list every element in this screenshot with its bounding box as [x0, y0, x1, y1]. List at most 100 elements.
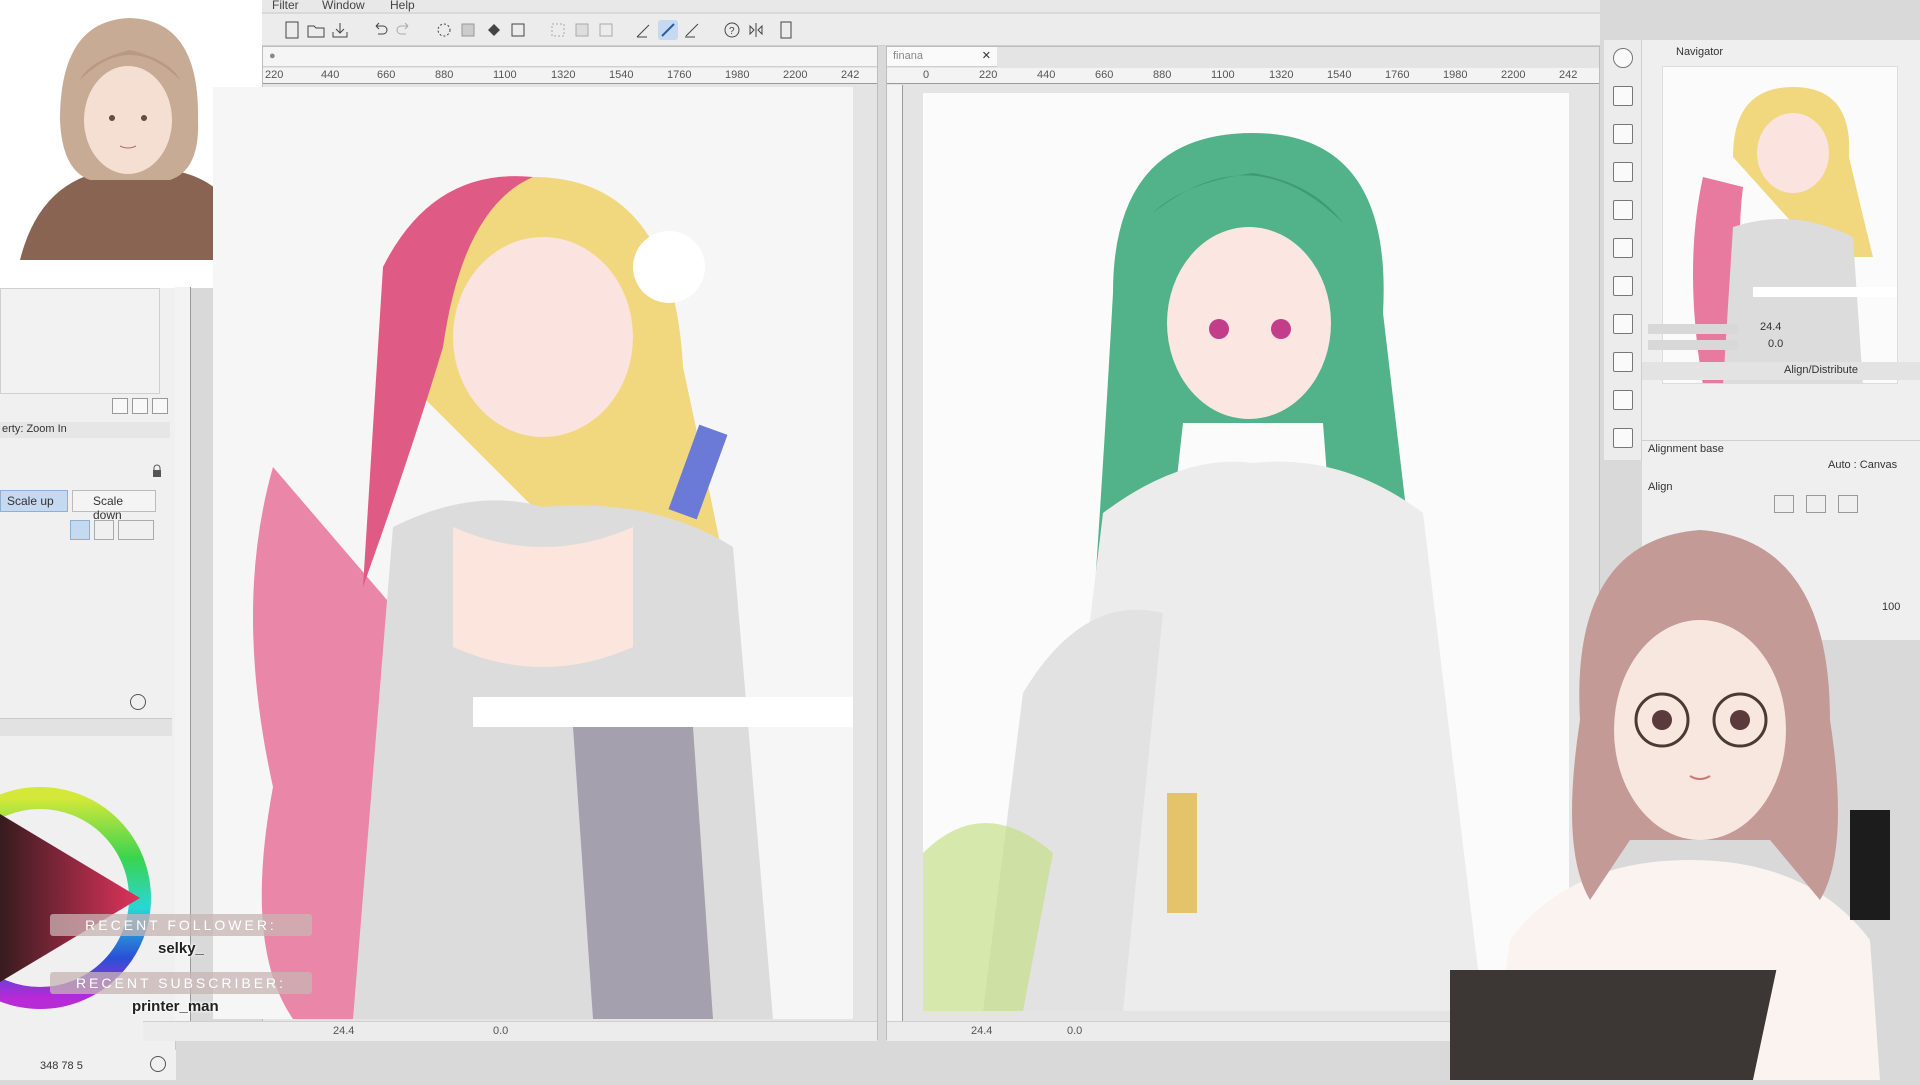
menu-filter[interactable]: Filter: [272, 0, 299, 12]
ruler-tick: 880: [435, 69, 454, 81]
navigator-zoom-value[interactable]: 24.4: [1760, 321, 1781, 333]
menu-help[interactable]: Help: [390, 0, 415, 12]
settings-icon[interactable]: [130, 694, 146, 710]
ruler-tick: 2200: [783, 69, 808, 81]
panel-tab-strip: Align/Distribute: [1642, 362, 1920, 380]
align-label: Align: [1648, 481, 1673, 493]
save-icon[interactable]: [330, 20, 350, 40]
fill-icon[interactable]: [484, 20, 504, 40]
recent-follower-name: selky_: [158, 940, 204, 957]
auto-canvas-label: Auto : Canvas: [1828, 459, 1898, 471]
panel-icon[interactable]: [1613, 276, 1633, 296]
zoom-value[interactable]: 24.4: [971, 1025, 992, 1037]
pen-snap-icon[interactable]: [682, 20, 702, 40]
navigator-thumbnail[interactable]: [1662, 66, 1898, 384]
navigator-panel: Navigator 24.4 0.0 Align/Distribute: [1642, 40, 1920, 440]
zoom-slider[interactable]: [1648, 324, 1738, 334]
zoom-value[interactable]: 24.4: [333, 1025, 354, 1037]
ruler-tick: 1980: [1443, 69, 1468, 81]
panel-icon[interactable]: [1613, 390, 1633, 410]
flip-icon[interactable]: [746, 20, 766, 40]
panel-icon[interactable]: [1613, 314, 1633, 334]
angle-value[interactable]: 0.0: [493, 1025, 508, 1037]
menu-window[interactable]: Window: [322, 0, 365, 12]
panel-tabs[interactable]: [0, 718, 172, 736]
tool-property-header: erty: Zoom In: [0, 422, 170, 438]
search-icon[interactable]: [1613, 48, 1633, 68]
recent-subscriber-name: printer_man: [132, 998, 219, 1015]
invert-selection-icon[interactable]: [572, 20, 592, 40]
loading-icon[interactable]: [434, 20, 454, 40]
new-file-icon[interactable]: [282, 20, 302, 40]
panel-icon[interactable]: [1613, 352, 1633, 372]
document-tab-left[interactable]: ●: [263, 47, 877, 67]
webcam-overlay-right: [1332, 520, 1920, 1080]
ruler-tick: 1760: [1385, 69, 1410, 81]
vertical-ruler-right: [887, 85, 903, 1021]
zoom-area-icon[interactable]: [94, 520, 114, 540]
close-tab-icon[interactable]: ✕: [982, 49, 991, 62]
document-tab-title: finana: [893, 50, 923, 62]
lock-icon[interactable]: [150, 464, 166, 480]
align-bottom-icon[interactable]: [1838, 495, 1858, 513]
device-icon[interactable]: [776, 20, 796, 40]
ruler-tick: 220: [265, 69, 284, 81]
ruler-tick: 242: [1559, 69, 1578, 81]
ruler-tick: 1980: [725, 69, 750, 81]
transform-icon[interactable]: [508, 20, 528, 40]
document-tab-finana[interactable]: finana ✕: [887, 47, 997, 67]
copy-layer-icon[interactable]: [132, 398, 148, 414]
panel-icon[interactable]: [1613, 200, 1633, 220]
align-top-icon[interactable]: [1774, 495, 1794, 513]
redo-icon[interactable]: [394, 20, 414, 40]
ruler-tick: 0: [923, 69, 930, 81]
panel-icon[interactable]: [1613, 86, 1633, 106]
recent-subscriber-banner: RECENT SUBSCRIBER:: [50, 972, 312, 994]
horizontal-ruler-right: 0 220 440 660 880 1100 1320 1540 1760 19…: [887, 68, 1599, 84]
align-middle-icon[interactable]: [1806, 495, 1826, 513]
ruler-tick: 440: [1037, 69, 1056, 81]
scale-up-button[interactable]: Scale up: [0, 490, 68, 512]
angle-value[interactable]: 0.0: [1067, 1025, 1082, 1037]
trash-icon[interactable]: [152, 398, 168, 414]
zoom-tool-icon[interactable]: [70, 520, 90, 540]
clear-icon[interactable]: [458, 20, 478, 40]
zoom-options-dropdown[interactable]: [118, 520, 154, 540]
deselect-icon[interactable]: [548, 20, 568, 40]
horizontal-ruler: 220 440 660 880 1100 1320 1540 1760 1980…: [263, 68, 877, 84]
align-distribute-tab[interactable]: Align/Distribute: [1784, 364, 1858, 376]
panel-icon[interactable]: [1613, 428, 1633, 448]
ruler-tick: 440: [321, 69, 340, 81]
ruler-tick: 1320: [1269, 69, 1294, 81]
navigator-tab[interactable]: Navigator: [1676, 46, 1723, 58]
ruler-tick: 880: [1153, 69, 1172, 81]
menu-bar: Filter Window Help: [260, 0, 1600, 12]
tool-property-panel: erty: Zoom In Scale up Scale down: [0, 288, 176, 1080]
ruler-tick: 1100: [493, 69, 517, 81]
ruler-tick: 660: [377, 69, 396, 81]
open-folder-icon[interactable]: [306, 20, 326, 40]
rotate-slider[interactable]: [1648, 340, 1738, 350]
artwork-canvas-left[interactable]: [213, 87, 853, 1019]
ruler-tick: 1540: [609, 69, 634, 81]
canvas-stats: 348 78 5: [40, 1060, 83, 1072]
ruler-tick: 2200: [1501, 69, 1526, 81]
panel-icon[interactable]: [1613, 238, 1633, 258]
panel-icon[interactable]: [1613, 162, 1633, 182]
scale-down-button[interactable]: Scale down: [72, 490, 156, 522]
help-icon[interactable]: ?: [722, 20, 742, 40]
brush-snap-icon[interactable]: [658, 20, 678, 40]
ruler-tick: 660: [1095, 69, 1114, 81]
ruler-tick: 1540: [1327, 69, 1352, 81]
navigator-angle-value[interactable]: 0.0: [1768, 338, 1783, 350]
panel-icon[interactable]: [1613, 124, 1633, 144]
globe-icon[interactable]: [150, 1056, 166, 1072]
undo-icon[interactable]: [370, 20, 390, 40]
crop-icon[interactable]: [596, 20, 616, 40]
new-layer-icon[interactable]: [112, 398, 128, 414]
recent-follower-banner: RECENT FOLLOWER:: [50, 914, 312, 936]
canvas-window-left: ● 220 440 660 880 1100 1320 1540 1760 19…: [143, 46, 878, 1041]
svg-text:?: ?: [729, 26, 735, 37]
ruler-tick: 1100: [1211, 69, 1235, 81]
ruler-snap-icon[interactable]: [634, 20, 654, 40]
